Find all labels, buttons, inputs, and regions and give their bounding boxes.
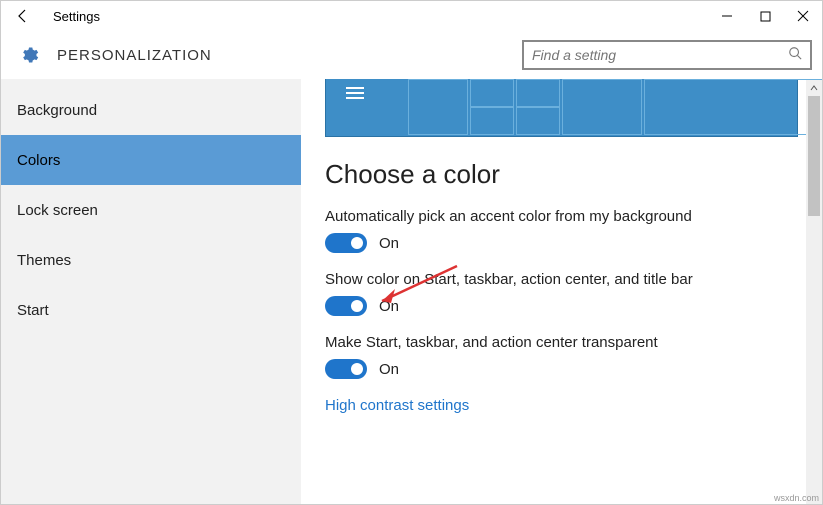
- high-contrast-link[interactable]: High contrast settings: [325, 397, 798, 414]
- chevron-up-icon: [810, 84, 818, 92]
- option-transparent: Make Start, taskbar, and action center t…: [325, 334, 798, 379]
- toggle-transparent[interactable]: [325, 359, 367, 379]
- toggle-auto-accent[interactable]: [325, 233, 367, 253]
- titlebar: Settings: [1, 1, 822, 31]
- color-preview: [325, 79, 798, 137]
- settings-window: Settings PERSONALIZATION Background Colo…: [0, 0, 823, 505]
- content-pane: Choose a color Automatically pick an acc…: [301, 79, 822, 504]
- sidebar-item-label: Lock screen: [17, 202, 98, 219]
- close-button[interactable]: [784, 1, 822, 31]
- minimize-button[interactable]: [708, 1, 746, 31]
- scrollbar-thumb[interactable]: [808, 96, 820, 216]
- option-show-color: Show color on Start, taskbar, action cen…: [325, 271, 798, 316]
- search-icon: [788, 46, 802, 65]
- page-title: PERSONALIZATION: [57, 47, 212, 64]
- close-icon: [797, 10, 809, 22]
- option-label: Automatically pick an accent color from …: [325, 208, 798, 225]
- option-label: Make Start, taskbar, and action center t…: [325, 334, 798, 351]
- arrow-left-icon: [15, 8, 31, 24]
- body: Background Colors Lock screen Themes Sta…: [1, 79, 822, 504]
- watermark: wsxdn.com: [774, 493, 819, 503]
- section-title: Choose a color: [325, 159, 798, 190]
- sidebar-item-label: Themes: [17, 252, 71, 269]
- maximize-icon: [760, 11, 771, 22]
- scrollbar-up-button[interactable]: [806, 80, 822, 96]
- toggle-state: On: [379, 361, 399, 378]
- header: PERSONALIZATION: [1, 31, 822, 79]
- sidebar-item-start[interactable]: Start: [1, 285, 301, 335]
- scrollbar-track[interactable]: [806, 96, 822, 504]
- toggle-state: On: [379, 298, 399, 315]
- sidebar-item-background[interactable]: Background: [1, 85, 301, 135]
- hamburger-icon: [346, 87, 364, 99]
- sidebar-item-colors[interactable]: Colors: [1, 135, 301, 185]
- sidebar-item-lock-screen[interactable]: Lock screen: [1, 185, 301, 235]
- search-box[interactable]: [522, 40, 812, 70]
- sidebar-item-label: Start: [17, 302, 49, 319]
- sidebar-item-themes[interactable]: Themes: [1, 235, 301, 285]
- sidebar: Background Colors Lock screen Themes Sta…: [1, 79, 301, 504]
- toggle-state: On: [379, 235, 399, 252]
- option-label: Show color on Start, taskbar, action cen…: [325, 271, 798, 288]
- minimize-icon: [721, 10, 733, 22]
- gear-icon: [19, 45, 39, 65]
- option-auto-accent: Automatically pick an accent color from …: [325, 208, 798, 253]
- sidebar-item-label: Background: [17, 102, 97, 119]
- toggle-show-color[interactable]: [325, 296, 367, 316]
- window-title: Settings: [53, 9, 100, 24]
- search-input[interactable]: [532, 47, 788, 63]
- maximize-button[interactable]: [746, 1, 784, 31]
- back-button[interactable]: [1, 1, 45, 31]
- sidebar-item-label: Colors: [17, 152, 60, 169]
